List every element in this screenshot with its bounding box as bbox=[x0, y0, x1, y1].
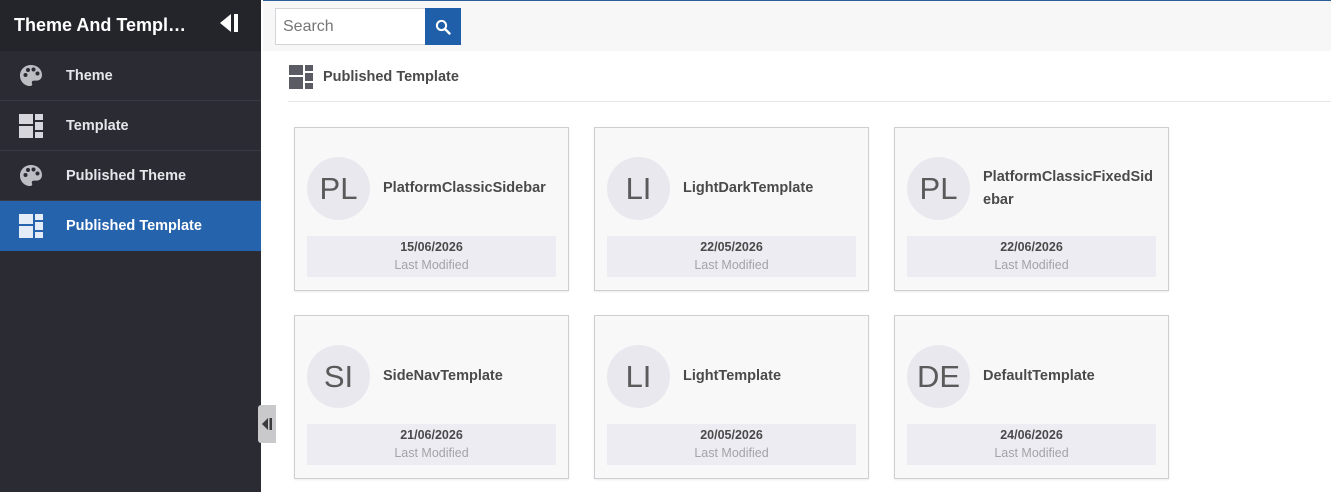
template-card[interactable]: PL PlatformClassicFixedSidebar 22/06/202… bbox=[894, 127, 1169, 291]
sidebar-item-label: Published Template bbox=[66, 217, 202, 234]
modified-label: Last Modified bbox=[694, 258, 769, 272]
template-card[interactable]: SI SideNavTemplate 21/06/2026 Last Modif… bbox=[294, 315, 569, 479]
modified-label: Last Modified bbox=[394, 258, 469, 272]
template-icon bbox=[17, 212, 45, 240]
modified-date: 15/06/2026 bbox=[400, 240, 463, 254]
avatar: PL bbox=[307, 157, 370, 220]
modified-label: Last Modified bbox=[994, 258, 1069, 272]
search-button[interactable] bbox=[425, 8, 461, 45]
sidebar-header: Theme And Templ… bbox=[0, 0, 261, 51]
card-footer: 22/06/2026 Last Modified bbox=[907, 236, 1156, 277]
card-footer: 20/05/2026 Last Modified bbox=[607, 424, 856, 465]
sidebar-toggle-handle[interactable] bbox=[258, 405, 276, 443]
template-card[interactable]: LI LightTemplate 20/05/2026 Last Modifie… bbox=[594, 315, 869, 479]
modified-date: 22/05/2026 bbox=[700, 240, 763, 254]
template-name: DefaultTemplate bbox=[983, 368, 1095, 384]
palette-icon bbox=[17, 62, 45, 90]
avatar: DE bbox=[907, 345, 970, 408]
sidebar-item-published-template[interactable]: Published Template bbox=[0, 201, 261, 251]
template-card[interactable]: PL PlatformClassicSidebar 15/06/2026 Las… bbox=[294, 127, 569, 291]
modified-date: 22/06/2026 bbox=[1000, 240, 1063, 254]
modified-date: 24/06/2026 bbox=[1000, 428, 1063, 442]
sidebar-item-label: Template bbox=[66, 117, 129, 134]
template-card[interactable]: LI LightDarkTemplate 22/05/2026 Last Mod… bbox=[594, 127, 869, 291]
template-name: SideNavTemplate bbox=[383, 368, 503, 384]
card-footer: 22/05/2026 Last Modified bbox=[607, 236, 856, 277]
sidebar-item-published-theme[interactable]: Published Theme bbox=[0, 151, 261, 201]
template-name: PlatformClassicSidebar bbox=[383, 180, 546, 196]
modified-label: Last Modified bbox=[694, 446, 769, 460]
section-title: Published Template bbox=[323, 68, 459, 85]
template-icon bbox=[288, 64, 314, 90]
palette-icon bbox=[17, 162, 45, 190]
avatar: LI bbox=[607, 345, 670, 408]
template-icon bbox=[17, 112, 45, 140]
app-title: Theme And Templ… bbox=[14, 15, 187, 35]
avatar: LI bbox=[607, 157, 670, 220]
modified-label: Last Modified bbox=[994, 446, 1069, 460]
sidebar-nav: Theme Template Published Theme Published… bbox=[0, 51, 261, 251]
card-footer: 21/06/2026 Last Modified bbox=[307, 424, 556, 465]
modified-label: Last Modified bbox=[394, 446, 469, 460]
top-bar bbox=[263, 0, 1331, 51]
search-box bbox=[275, 8, 461, 45]
sidebar-item-label: Theme bbox=[66, 67, 113, 84]
sidebar-item-theme[interactable]: Theme bbox=[0, 51, 261, 101]
collapse-arrow-icon bbox=[262, 418, 272, 430]
modified-date: 21/06/2026 bbox=[400, 428, 463, 442]
modified-date: 20/05/2026 bbox=[700, 428, 763, 442]
search-input[interactable] bbox=[275, 8, 425, 45]
search-icon bbox=[435, 19, 451, 35]
avatar: SI bbox=[307, 345, 370, 408]
avatar: PL bbox=[907, 157, 970, 220]
sidebar: Theme And Templ… Theme Template Publishe… bbox=[0, 0, 261, 492]
template-name: LightTemplate bbox=[683, 368, 782, 384]
collapse-sidebar-icon[interactable] bbox=[219, 13, 241, 33]
card-footer: 15/06/2026 Last Modified bbox=[307, 236, 556, 277]
template-card[interactable]: DE DefaultTemplate 24/06/2026 Last Modif… bbox=[894, 315, 1169, 479]
sidebar-item-label: Published Theme bbox=[66, 167, 187, 184]
template-name: PlatformClassicFixedSidebar bbox=[983, 168, 1154, 208]
sidebar-item-template[interactable]: Template bbox=[0, 101, 261, 151]
card-footer: 24/06/2026 Last Modified bbox=[907, 424, 1156, 465]
template-name: LightDarkTemplate bbox=[683, 180, 814, 196]
section-header: Published Template bbox=[288, 52, 1331, 102]
